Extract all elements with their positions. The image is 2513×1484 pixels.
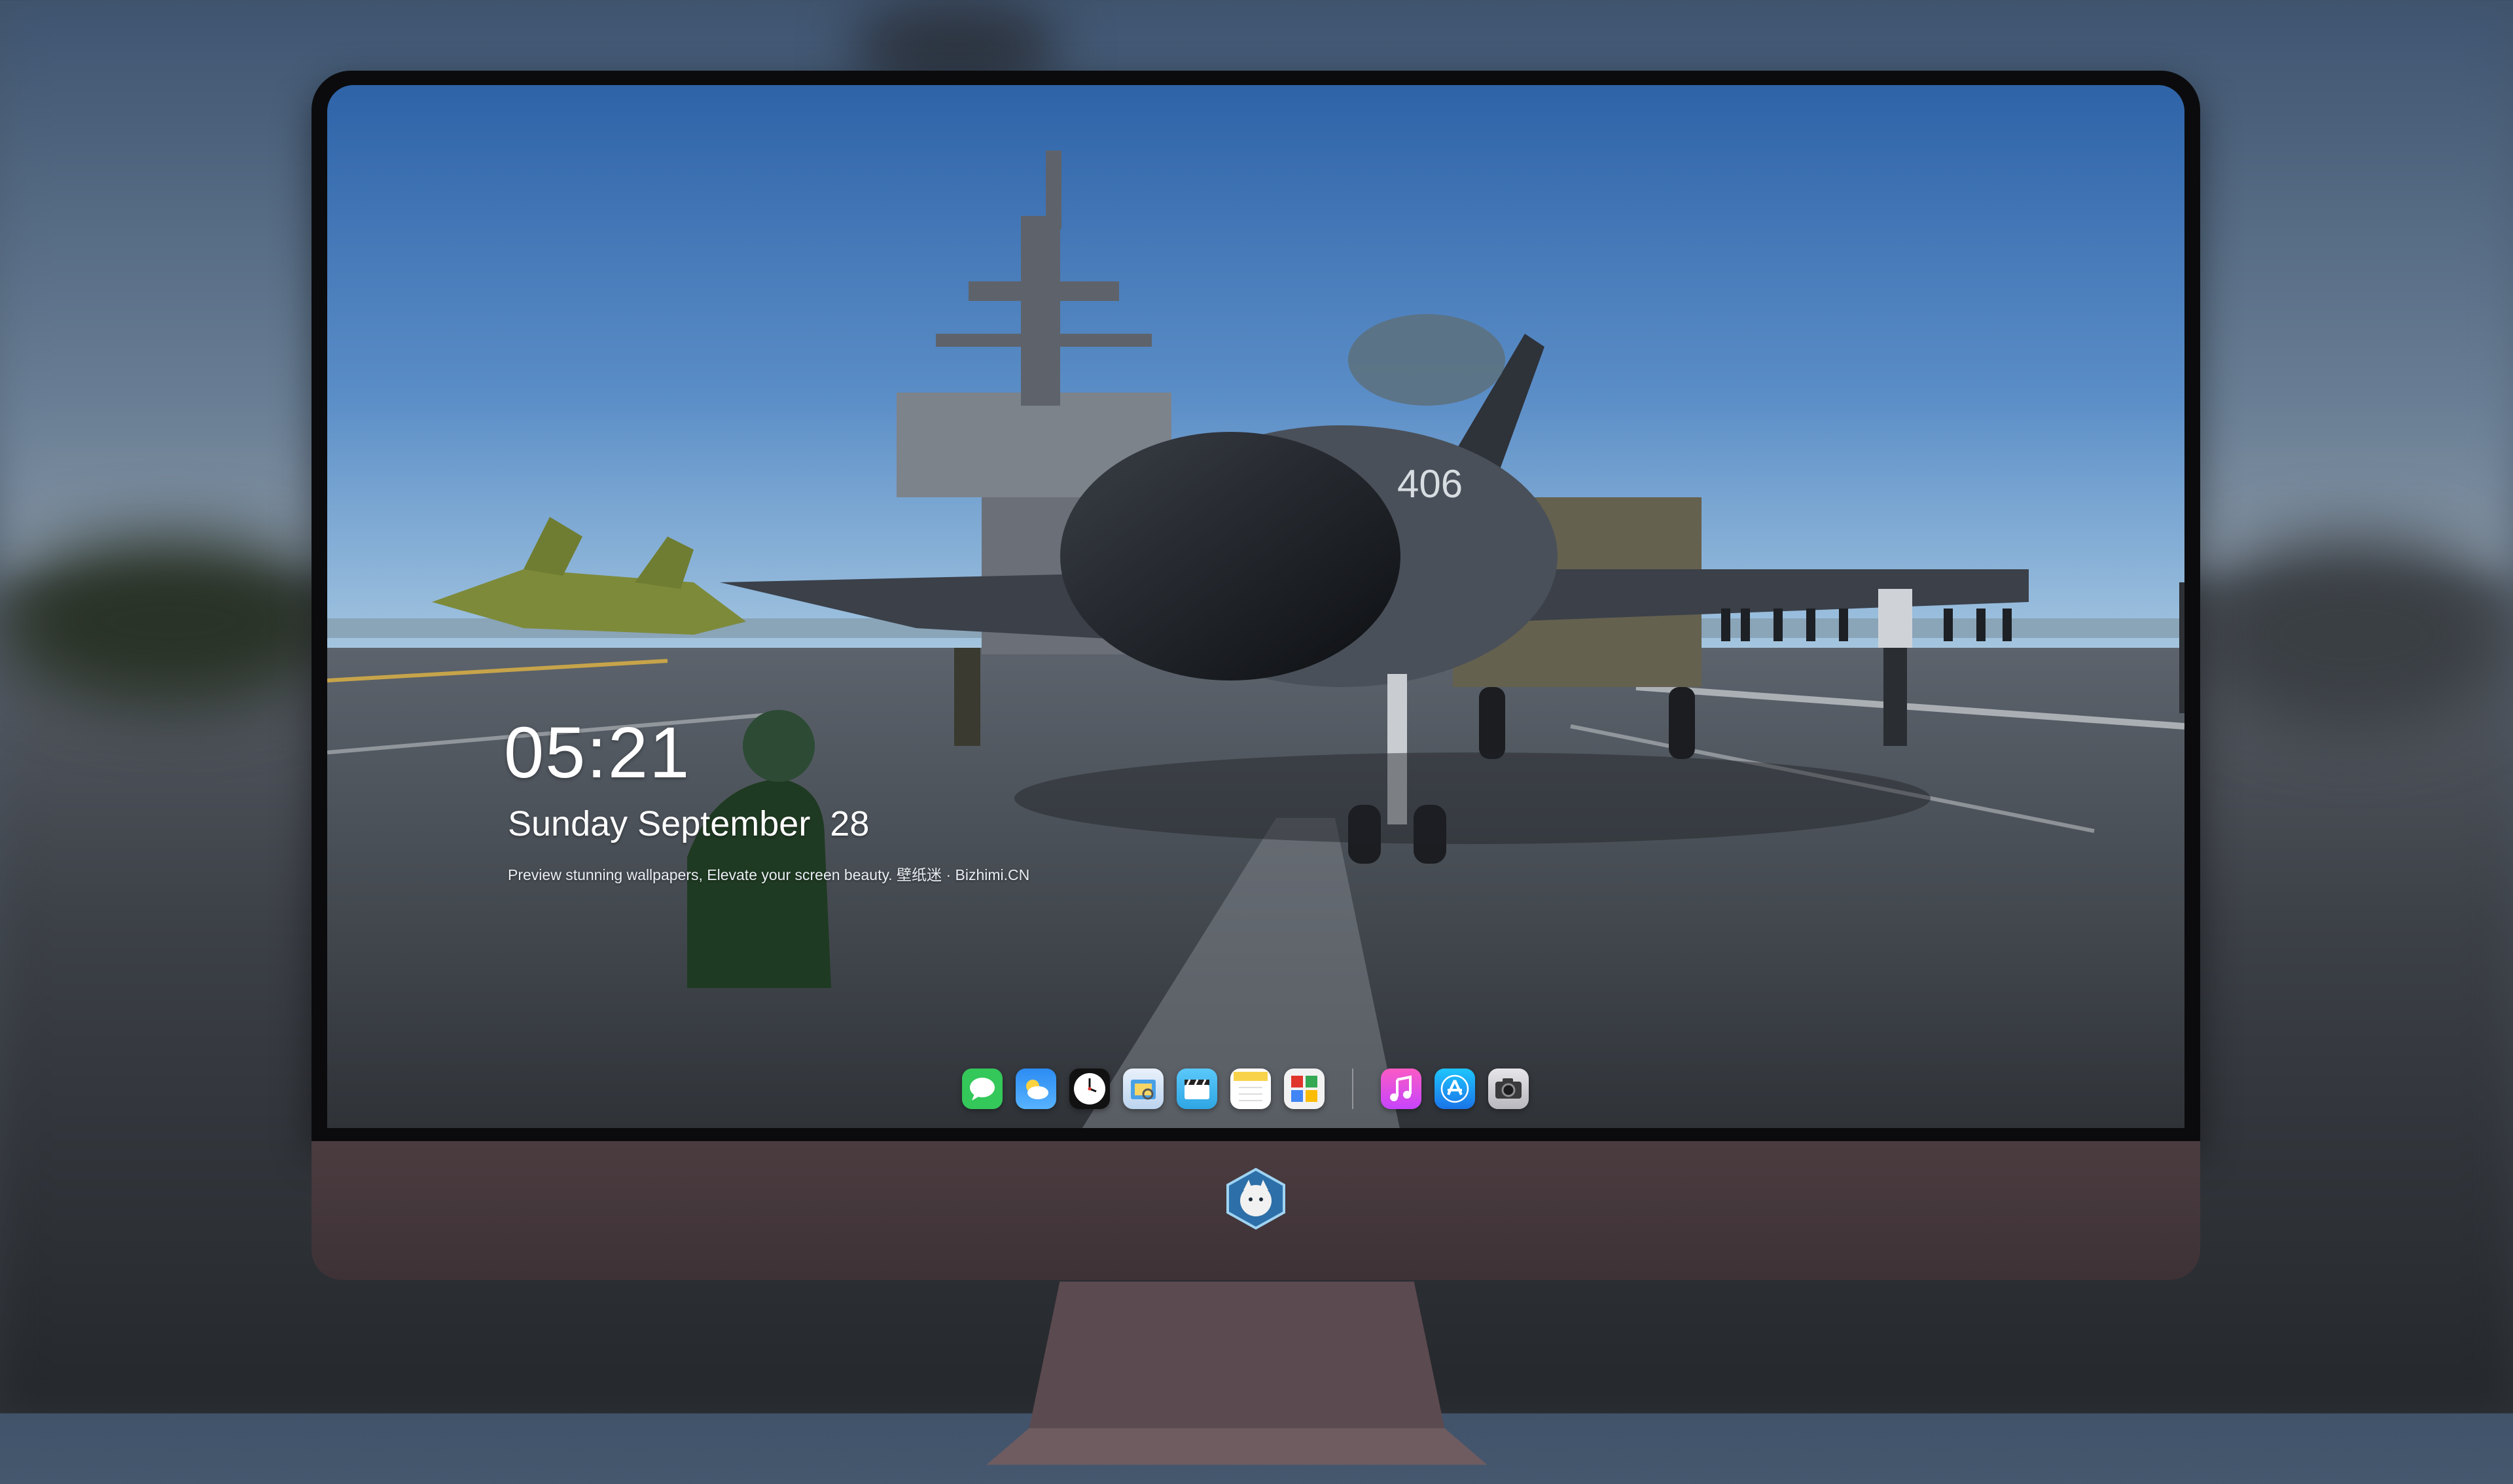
parked-jet-tail — [524, 517, 582, 576]
mast-yard — [969, 281, 1119, 301]
clips-icon[interactable] — [1177, 1069, 1217, 1109]
itunes-icon[interactable] — [1381, 1069, 1421, 1109]
deck-crew-shirt — [1878, 589, 1912, 648]
antenna — [1046, 150, 1061, 229]
wheel — [1479, 687, 1505, 759]
lock-screen-tagline: Preview stunning wallpapers, Elevate you… — [508, 866, 1030, 883]
chin-logo — [1224, 1167, 1288, 1231]
jet-canopy — [1348, 314, 1505, 406]
lock-screen-time: 05:21 — [504, 713, 691, 793]
photo-booth-icon[interactable] — [1284, 1069, 1325, 1109]
jet-shadow — [1014, 752, 1931, 844]
dock-separator — [1352, 1069, 1353, 1109]
carrier-deck-illustration: 406 — [327, 150, 2184, 1128]
lock-screen-date: Sunday September 28 — [508, 804, 870, 843]
camera-icon[interactable] — [1488, 1069, 1529, 1109]
mast — [1021, 216, 1060, 406]
preview-icon[interactable] — [1123, 1069, 1164, 1109]
app-store-icon[interactable] — [1435, 1069, 1475, 1109]
wheel — [1669, 687, 1695, 759]
crew-helmet — [743, 710, 815, 782]
backdrop-blur-shape — [2192, 537, 2513, 733]
messages-icon[interactable] — [962, 1069, 1003, 1109]
deck-crew — [2179, 582, 2184, 713]
monitor-stand — [986, 1281, 1488, 1465]
mast-yard — [936, 334, 1152, 347]
parked-jet-tail — [635, 537, 694, 589]
fox-logo-icon — [1226, 1167, 1285, 1230]
jet-nose — [1060, 432, 1400, 680]
jet-tail-number: 406 — [1397, 462, 1463, 506]
notes-icon[interactable] — [1230, 1069, 1271, 1109]
clock-icon[interactable] — [1069, 1069, 1110, 1109]
screen: 406 — [327, 85, 2184, 1128]
weather-icon[interactable] — [1016, 1069, 1056, 1109]
deck-crew — [954, 648, 980, 746]
dock — [962, 1056, 1529, 1122]
backdrop-blur-shape — [0, 537, 340, 707]
